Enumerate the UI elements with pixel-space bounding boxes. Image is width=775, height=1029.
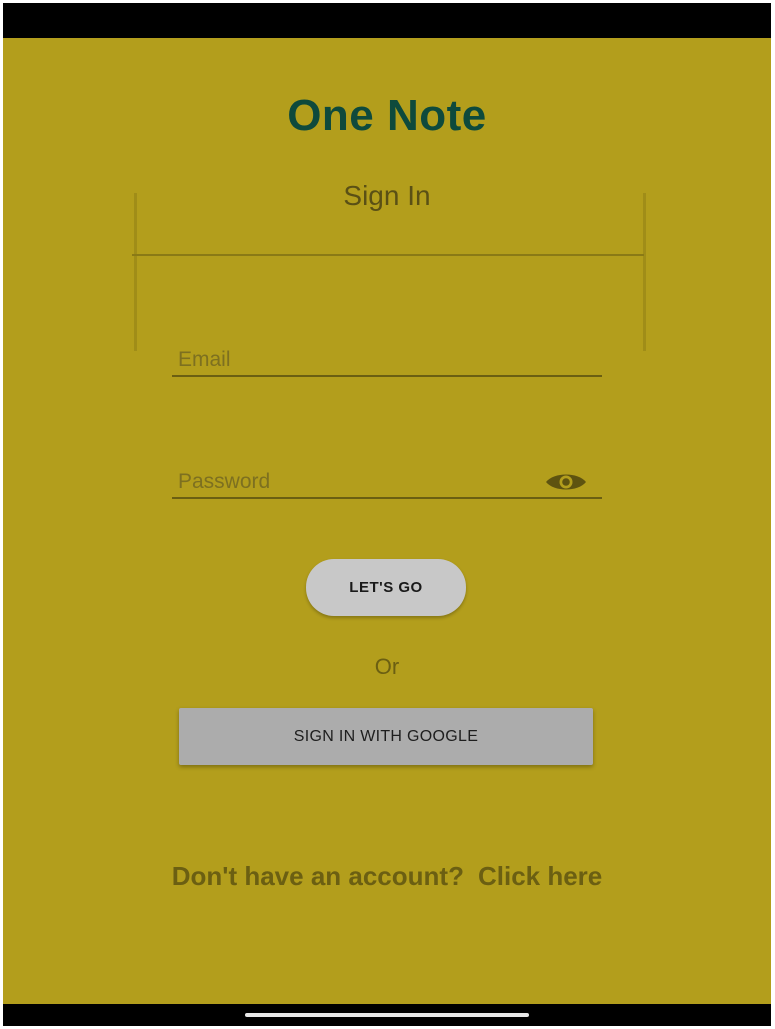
- home-indicator[interactable]: [245, 1013, 529, 1017]
- password-field[interactable]: [172, 467, 602, 497]
- signup-link[interactable]: Click here: [478, 861, 602, 891]
- eye-icon[interactable]: [544, 471, 588, 493]
- lets-go-button[interactable]: LET'S GO: [306, 559, 466, 616]
- app-title: One Note: [287, 91, 487, 140]
- signin-divider: [132, 254, 644, 256]
- email-field[interactable]: [172, 345, 602, 375]
- signin-heading: Sign In: [343, 180, 431, 211]
- app-screen: One Note Sign In LET'S GO Or SIGN IN WIT…: [3, 3, 771, 1026]
- google-signin-button[interactable]: SIGN IN WITH GOOGLE: [179, 708, 593, 765]
- or-separator: Or: [374, 654, 400, 679]
- signin-panel: [134, 193, 646, 351]
- password-field-container: [172, 467, 602, 499]
- signup-prompt-text: Don't have an account?: [171, 861, 464, 891]
- status-bar: [3, 3, 771, 38]
- navigation-bar: [3, 1004, 771, 1026]
- email-field-container: [172, 345, 602, 377]
- signup-prompt-row: Don't have an account? Click here: [3, 861, 771, 892]
